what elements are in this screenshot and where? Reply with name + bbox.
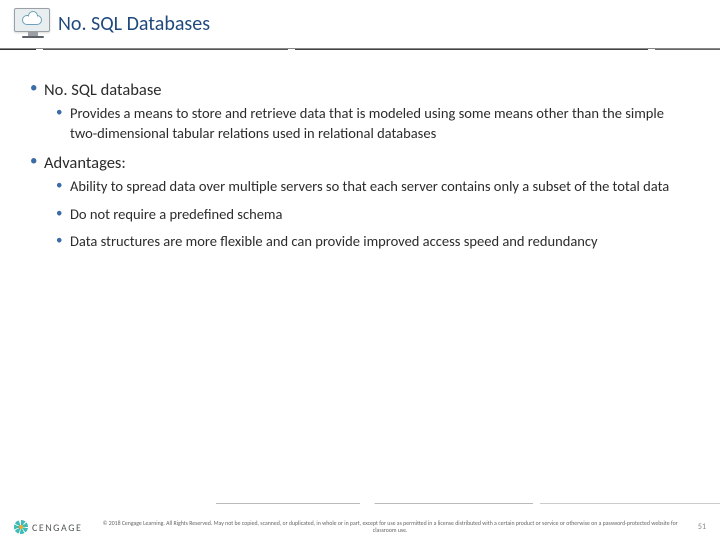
brand-logo: CENGAGE [14,520,82,534]
bullet-label: Advantages: [44,153,126,173]
bullet-lvl1: Advantages: Ability to spread data over … [30,153,690,252]
bullet-lvl2: Ability to spread data over multiple ser… [56,177,690,197]
cloud-monitor-icon [14,8,52,40]
slide-title: No. SQL Databases [58,12,210,36]
page-number: 51 [698,522,706,532]
slide-footer: CENGAGE © 2018 Cengage Learning. All Rig… [0,520,720,534]
bullet-lvl2: Do not require a predefined schema [56,205,690,225]
slide-content: No. SQL database Provides a means to sto… [0,50,720,252]
bullet-lvl1: No. SQL database Provides a means to sto… [30,80,690,143]
brand-text: CENGAGE [32,521,82,534]
footer-divider [0,503,720,504]
bullet-label: No. SQL database [44,80,161,100]
bullet-lvl2: Provides a means to store and retrieve d… [56,104,690,143]
brand-burst-icon [14,520,28,534]
slide-header: No. SQL Databases [0,0,720,40]
bullet-lvl2: Data structures are more flexible and ca… [56,232,690,252]
copyright-text: © 2018 Cengage Learning. All Rights Rese… [92,520,688,534]
